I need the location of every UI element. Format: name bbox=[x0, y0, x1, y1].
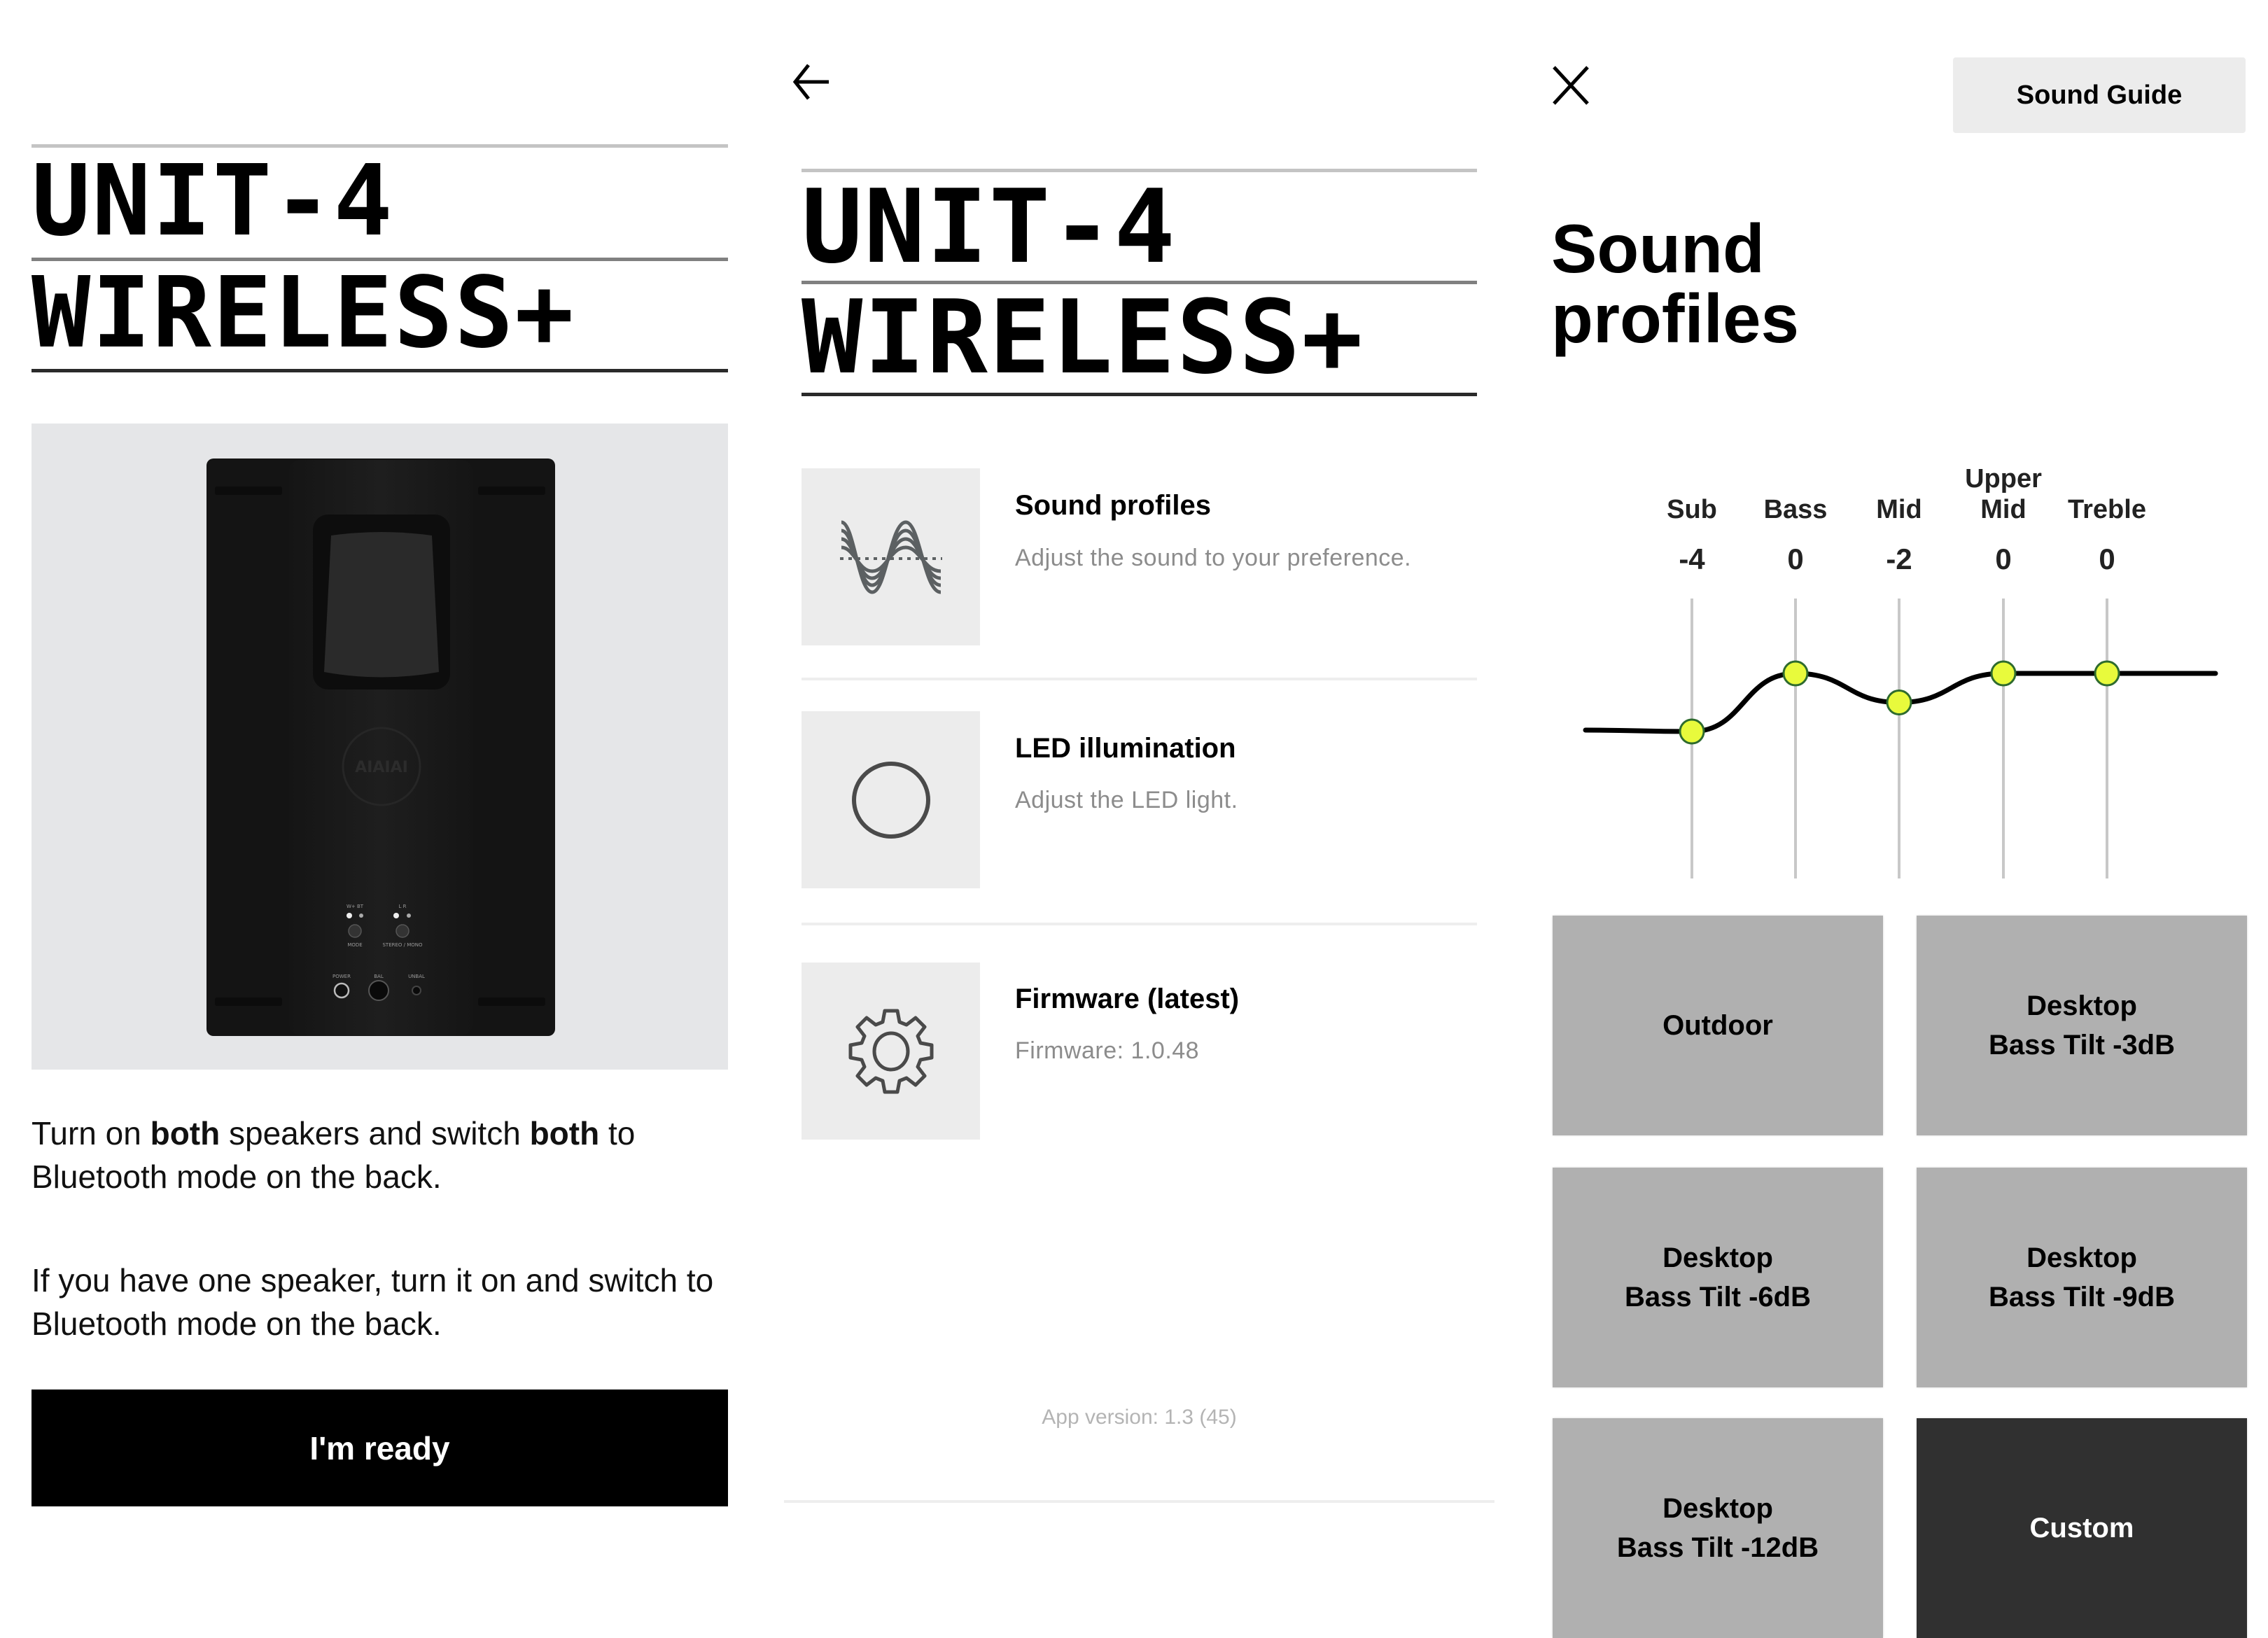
brand-title-line2: WIRELESS+ bbox=[802, 279, 1364, 397]
eq-band-label-line2: Mid bbox=[1980, 495, 2026, 524]
preset-label-line2: Bass Tilt -6dB bbox=[1625, 1282, 1811, 1312]
eq-band-label: Bass bbox=[1740, 463, 1851, 525]
sound-guide-button[interactable]: Sound Guide bbox=[1953, 57, 2246, 133]
eq-band-label: Mid bbox=[1843, 463, 1955, 525]
item-description: Adjust the sound to your preference. bbox=[1015, 545, 1412, 571]
preset-tile[interactable]: Custom bbox=[1917, 1418, 2247, 1638]
eq-band-value: 0 bbox=[1995, 542, 2012, 575]
mode-button bbox=[348, 924, 362, 938]
eq-band-label-line1: Upper bbox=[1965, 464, 2042, 493]
eq-curve-chart[interactable] bbox=[1561, 588, 2233, 889]
instruction-both-speakers: Turn on both speakers and switch both to… bbox=[31, 1115, 636, 1195]
bal-port bbox=[368, 980, 389, 1001]
eq-band-label-line1 bbox=[1843, 463, 1955, 494]
unbal-port bbox=[412, 986, 421, 995]
preset-tile[interactable]: Desktop Bass Tilt -12dB bbox=[1553, 1418, 1883, 1638]
circle-icon bbox=[802, 711, 980, 888]
close-icon bbox=[1553, 66, 1589, 105]
eq-handle-sub[interactable] bbox=[1679, 718, 1705, 745]
label-mode: MODE bbox=[347, 942, 362, 948]
eq-band-label-line1 bbox=[1740, 463, 1851, 494]
eq-band-value: -4 bbox=[1679, 542, 1705, 575]
preset-label-line2: Bass Tilt -9dB bbox=[1989, 1282, 2175, 1312]
brand-title-line1: UNIT-4 bbox=[31, 144, 394, 258]
eq-band-label-line1 bbox=[2051, 463, 2163, 494]
back-button[interactable] bbox=[790, 62, 834, 102]
item-description: Adjust the LED light. bbox=[1015, 787, 1238, 813]
gear-icon bbox=[802, 962, 980, 1140]
preset-label: Desktop Bass Tilt -6dB bbox=[1625, 1238, 1811, 1317]
preset-tile[interactable]: Desktop Bass Tilt -3dB bbox=[1917, 916, 2247, 1135]
eq-band-label-line2: Sub bbox=[1667, 495, 1717, 524]
speaker-back-illustration: AIAIAI W+ BT L R MODE STEREO / MONO POWE… bbox=[206, 458, 555, 1036]
item-title: Firmware (latest) bbox=[1015, 983, 1240, 1014]
close-button[interactable] bbox=[1550, 64, 1592, 106]
preset-label-line1: Custom bbox=[2029, 1513, 2134, 1544]
led-label-mode: W+ BT bbox=[346, 904, 364, 909]
led-label-channel: L R bbox=[399, 904, 407, 909]
page-title-line1: Sound bbox=[1551, 210, 1765, 287]
eq-band-label: Treble bbox=[2051, 463, 2163, 525]
eq-handle-bass[interactable] bbox=[1782, 660, 1809, 687]
eq-band-value: -2 bbox=[1886, 542, 1912, 575]
preset-label: Desktop Bass Tilt -9dB bbox=[1989, 1238, 2175, 1317]
eq-band-label-line2: Bass bbox=[1763, 495, 1828, 524]
brand-title-line2: WIRELESS+ bbox=[31, 256, 575, 370]
stereo-mono-button bbox=[396, 924, 410, 938]
speaker-image: AIAIAI W+ BT L R MODE STEREO / MONO POWE… bbox=[31, 424, 728, 1070]
label-bal: BAL bbox=[374, 974, 384, 979]
preset-label-line1: Desktop bbox=[2026, 990, 2137, 1021]
preset-label-line1: Desktop bbox=[2026, 1242, 2137, 1273]
label-unbal: UNBAL bbox=[408, 974, 425, 979]
eq-handle-mid[interactable] bbox=[1886, 690, 1912, 715]
preset-label: Desktop Bass Tilt -12dB bbox=[1617, 1489, 1819, 1567]
app-version: App version: 1.3 (45) bbox=[1042, 1406, 1237, 1429]
brand-title-line1: UNIT-4 bbox=[802, 168, 1177, 286]
page-title-line2: profiles bbox=[1551, 280, 1799, 357]
eq-band-label: Sub bbox=[1636, 463, 1748, 525]
item-description: Firmware: 1.0.48 bbox=[1015, 1037, 1200, 1064]
preset-label-line1: Desktop bbox=[1662, 1493, 1773, 1524]
eq-handle-treble[interactable] bbox=[2094, 660, 2120, 687]
eq-band-value: 0 bbox=[1787, 542, 1804, 575]
brand-rule-bottom bbox=[31, 369, 728, 372]
item-title: LED illumination bbox=[1015, 733, 1236, 764]
preset-tile[interactable]: Desktop Bass Tilt -6dB bbox=[1553, 1168, 1883, 1387]
instruction-one-speaker: If you have one speaker, turn it on and … bbox=[31, 1262, 714, 1342]
eq-handle-upper-mid[interactable] bbox=[1990, 660, 2017, 687]
eq-band-label-line1 bbox=[1636, 463, 1748, 494]
power-port bbox=[333, 982, 350, 999]
label-stereo-mono: STEREO / MONO bbox=[382, 942, 423, 948]
eq-band-label-line2: Mid bbox=[1876, 495, 1922, 524]
preset-label: Outdoor bbox=[1662, 1006, 1773, 1045]
eq-band-label-line2: Treble bbox=[2068, 495, 2146, 524]
brand-rule-bottom bbox=[802, 393, 1477, 396]
preset-tile[interactable]: Outdoor bbox=[1553, 916, 1883, 1135]
preset-label-line2: Bass Tilt -12dB bbox=[1616, 1532, 1819, 1563]
label-power: POWER bbox=[332, 974, 351, 979]
brand-logo: AIAIAI bbox=[355, 759, 408, 776]
item-title: Sound profiles bbox=[1015, 490, 1211, 521]
preset-label-line1: Desktop bbox=[1662, 1242, 1773, 1273]
list-divider bbox=[802, 678, 1477, 680]
list-divider bbox=[802, 923, 1477, 925]
preset-tile[interactable]: Desktop Bass Tilt -9dB bbox=[1917, 1168, 2247, 1387]
waveform-icon bbox=[802, 468, 980, 645]
im-ready-button[interactable]: I'm ready bbox=[31, 1390, 728, 1506]
arrow-left-icon bbox=[792, 64, 829, 100]
eq-band-label: Upper Mid bbox=[1947, 463, 2059, 525]
preset-label: Desktop Bass Tilt -3dB bbox=[1989, 986, 2175, 1065]
preset-label-line1: Outdoor bbox=[1662, 1010, 1773, 1041]
preset-label: Custom bbox=[2030, 1508, 2134, 1548]
page-title: Sound profiles bbox=[1551, 214, 1799, 354]
preset-label-line2: Bass Tilt -3dB bbox=[1989, 1030, 2175, 1060]
bottom-divider bbox=[784, 1500, 1494, 1503]
eq-band-value: 0 bbox=[2099, 542, 2115, 575]
